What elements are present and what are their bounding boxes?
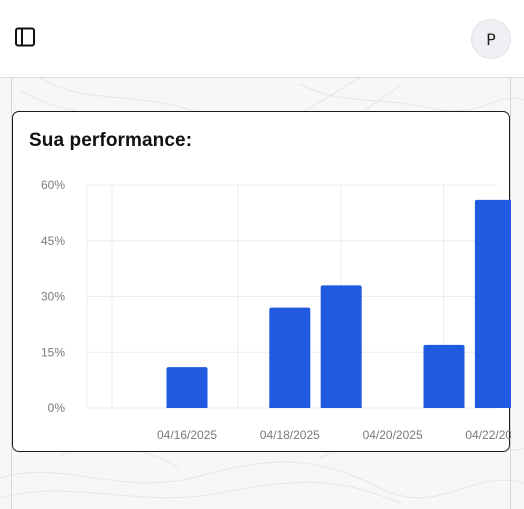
y-tick-label: 60%: [41, 178, 65, 192]
x-tick-label: 04/20/2025: [363, 428, 423, 442]
bar: [474, 199, 511, 408]
y-tick-label: 15%: [41, 345, 65, 359]
x-tick-label: 04/18/2025: [260, 428, 320, 442]
sidebar-panel-icon[interactable]: [13, 25, 37, 49]
x-tick-label: 04/16/2025: [157, 428, 217, 442]
y-tick-label: 0%: [48, 401, 66, 415]
x-tick-label: 04/22/2025: [465, 428, 511, 442]
bar: [423, 344, 465, 408]
bar: [269, 307, 311, 408]
y-tick-label: 45%: [41, 234, 65, 248]
top-header: P: [0, 0, 524, 78]
bar: [320, 285, 362, 408]
performance-card: Sua performance: 0% 15% 30% 45% 60% 04/16/202…: [12, 111, 511, 452]
y-tick-label: 30%: [41, 290, 65, 304]
bar: [166, 367, 208, 408]
performance-bar-chart: 0% 15% 30% 45% 60% 04/16/2025 04/18/2025 04/20/…: [41, 178, 511, 442]
user-avatar[interactable]: P: [471, 19, 511, 59]
